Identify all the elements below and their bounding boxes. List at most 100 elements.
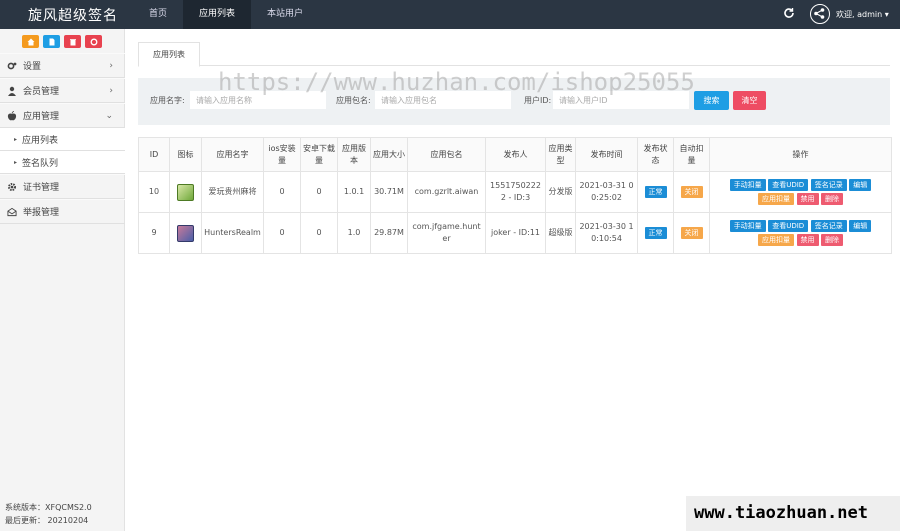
delete-button[interactable]: 删除 bbox=[821, 193, 844, 205]
status-badge[interactable]: 正常 bbox=[644, 186, 667, 198]
app-deduct-button[interactable]: 应用扣量 bbox=[757, 234, 794, 246]
tab-strip: 应用列表 bbox=[138, 42, 890, 67]
share-icon[interactable] bbox=[810, 4, 830, 24]
col-header: 应用大小 bbox=[370, 137, 408, 172]
col-header: 应用版本 bbox=[337, 137, 371, 172]
user-menu[interactable]: 欢迎, admin ▾ bbox=[836, 9, 889, 20]
sidebar-item-label: 设置 bbox=[23, 62, 42, 72]
app-table: ID 图标 应用名字 ios安装量 安卓下载量 应用版本 应用大小 应用包名 发… bbox=[138, 137, 892, 254]
recycle-icon[interactable] bbox=[85, 35, 102, 48]
apple-icon bbox=[7, 110, 17, 121]
cell-type: 分发版 bbox=[545, 171, 576, 213]
col-header: 发布人 bbox=[485, 137, 546, 172]
view-udid-button[interactable]: 查看UDID bbox=[768, 220, 809, 232]
home-icon[interactable] bbox=[22, 35, 39, 48]
user-icon bbox=[7, 86, 17, 96]
sidebar-subitem-sign-queue[interactable]: ▸ 签名队列 bbox=[0, 151, 125, 174]
manual-deduct-button[interactable]: 手动扣量 bbox=[729, 179, 766, 191]
clear-button[interactable]: 清空 bbox=[733, 91, 766, 110]
cell-publisher: 15517502222 - ID:3 bbox=[485, 171, 546, 213]
watermark-top: https://www.huzhan.com/ishop25055 bbox=[218, 68, 695, 96]
app-icon bbox=[177, 224, 194, 242]
cell-icon bbox=[169, 212, 202, 254]
nav-item-app-list[interactable]: 应用列表 bbox=[183, 0, 252, 29]
edit-button[interactable]: 编辑 bbox=[849, 220, 872, 232]
sidebar-item-label: 会员管理 bbox=[23, 87, 60, 97]
disable-button[interactable]: 禁用 bbox=[796, 234, 819, 246]
sidebar-item-members[interactable]: 会员管理 › bbox=[0, 78, 125, 103]
cell-ios-installs: 0 bbox=[263, 212, 301, 254]
tab-app-list[interactable]: 应用列表 bbox=[138, 42, 200, 67]
cell-time: 2021-03-30 10:10:54 bbox=[575, 212, 638, 254]
edit-button[interactable]: 编辑 bbox=[849, 179, 872, 191]
sidebar-subitem-label: 应用列表 bbox=[22, 135, 59, 146]
watermark-bottom: www.tiaozhuan.net bbox=[686, 496, 900, 531]
cell-android-downloads: 0 bbox=[300, 212, 338, 254]
sidebar-item-certificates[interactable]: 证书管理 bbox=[0, 174, 125, 199]
sidebar-subitem-label: 签名队列 bbox=[22, 158, 59, 169]
nav-item-home[interactable]: 首页 bbox=[133, 0, 183, 29]
side-menu: 设置 › 会员管理 › 应用管理 ⌄ ▸ 应用列表 ▸ 签名队列 证书管理 举报… bbox=[0, 53, 125, 224]
delete-button[interactable]: 删除 bbox=[821, 234, 844, 246]
table-row: 10 爱玩贵州麻将 0 0 1.0.1 30.71M com.gzrlt.aiw… bbox=[138, 171, 892, 213]
cell-app-name[interactable]: 爱玩贵州麻将 bbox=[201, 171, 264, 213]
auto-deduct-badge[interactable]: 关闭 bbox=[680, 227, 703, 239]
sign-records-button[interactable]: 签名记录 bbox=[810, 220, 847, 232]
file-icon[interactable] bbox=[43, 35, 60, 48]
cell-auto-deduct: 关闭 bbox=[673, 171, 710, 213]
user-id-label: 用户ID: bbox=[524, 96, 552, 105]
sidebar-subitem-app-list[interactable]: ▸ 应用列表 bbox=[0, 128, 125, 151]
system-info: 系统版本：XFQCMS2.0 最后更新： 20210204 bbox=[5, 501, 92, 527]
chevron-down-icon: ⌄ bbox=[105, 111, 113, 121]
envelope-icon bbox=[7, 207, 17, 217]
trash-icon[interactable] bbox=[64, 35, 81, 48]
last-updated: 最后更新： 20210204 bbox=[5, 516, 89, 525]
col-header: 发布状态 bbox=[637, 137, 674, 172]
sidebar: 设置 › 会员管理 › 应用管理 ⌄ ▸ 应用列表 ▸ 签名队列 证书管理 举报… bbox=[0, 29, 125, 531]
nav-item-site-users[interactable]: 本站用户 bbox=[251, 0, 319, 29]
cell-size: 29.87M bbox=[370, 212, 408, 254]
quick-buttons bbox=[22, 35, 102, 48]
manual-deduct-button[interactable]: 手动扣量 bbox=[729, 220, 766, 232]
table-row: 9 HuntersRealm 0 0 1.0 29.87M com.jfgame… bbox=[138, 212, 892, 254]
app-deduct-button[interactable]: 应用扣量 bbox=[757, 193, 794, 205]
caret-right-icon: ▸ bbox=[14, 135, 18, 143]
view-udid-button[interactable]: 查看UDID bbox=[768, 179, 809, 191]
refresh-icon[interactable] bbox=[782, 7, 796, 21]
cell-status: 正常 bbox=[637, 171, 674, 213]
sidebar-item-app-manage[interactable]: 应用管理 ⌄ bbox=[0, 103, 125, 128]
cell-package: com.gzrlt.aiwan bbox=[407, 171, 486, 213]
caret-right-icon: ▸ bbox=[14, 158, 18, 166]
sidebar-item-settings[interactable]: 设置 › bbox=[0, 53, 125, 78]
disable-button[interactable]: 禁用 bbox=[796, 193, 819, 205]
chevron-right-icon: › bbox=[109, 61, 113, 71]
auto-deduct-badge[interactable]: 关闭 bbox=[680, 186, 703, 198]
app-name-label: 应用名字: bbox=[150, 96, 185, 105]
sidebar-item-label: 证书管理 bbox=[23, 183, 60, 193]
cell-actions: 手动扣量 查看UDID 签名记录 编辑 应用扣量 禁用 删除 bbox=[709, 212, 892, 254]
sidebar-item-label: 应用管理 bbox=[23, 112, 60, 122]
col-header: 操作 bbox=[709, 137, 892, 172]
search-button[interactable]: 搜索 bbox=[694, 91, 729, 110]
sidebar-item-reports[interactable]: 举报管理 bbox=[0, 199, 125, 224]
cell-size: 30.71M bbox=[370, 171, 408, 213]
cell-type: 超级版 bbox=[545, 212, 576, 254]
status-badge[interactable]: 正常 bbox=[644, 227, 667, 239]
system-version: 系统版本：XFQCMS2.0 bbox=[5, 503, 92, 512]
gears-icon bbox=[7, 61, 17, 71]
cell-icon bbox=[169, 171, 202, 213]
cell-package: com.jfgame.hunter bbox=[407, 212, 486, 254]
col-header: 图标 bbox=[169, 137, 202, 172]
cell-app-name[interactable]: HuntersRealm bbox=[201, 212, 264, 254]
col-header: 应用类型 bbox=[545, 137, 576, 172]
top-nav: 首页 应用列表 本站用户 bbox=[133, 0, 319, 29]
cell-status: 正常 bbox=[637, 212, 674, 254]
col-header: 应用名字 bbox=[201, 137, 264, 172]
sign-records-button[interactable]: 签名记录 bbox=[810, 179, 847, 191]
table-header-row: ID 图标 应用名字 ios安装量 安卓下载量 应用版本 应用大小 应用包名 发… bbox=[138, 137, 892, 172]
brand-title: 旋风超级签名 bbox=[28, 8, 118, 24]
cell-version: 1.0 bbox=[337, 212, 371, 254]
cell-time: 2021-03-31 00:25:02 bbox=[575, 171, 638, 213]
cell-version: 1.0.1 bbox=[337, 171, 371, 213]
cell-ios-installs: 0 bbox=[263, 171, 301, 213]
